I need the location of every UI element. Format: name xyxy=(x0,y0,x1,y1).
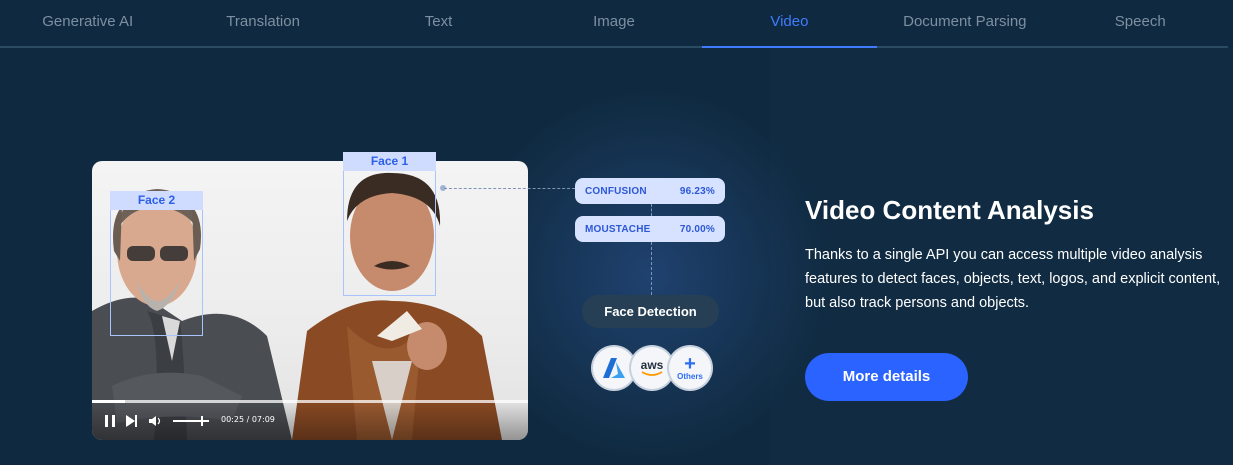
face-label-2: Face 2 xyxy=(110,191,203,210)
connector-line-vertical xyxy=(651,204,652,216)
aws-smile-icon xyxy=(641,371,663,376)
face-box-1: Face 1 xyxy=(343,152,436,296)
detection-tag: MOUSTACHE 70.00% xyxy=(575,216,725,242)
tag-name: MOUSTACHE xyxy=(585,223,651,235)
tag-score: 70.00% xyxy=(679,223,715,235)
tab-image[interactable]: Image xyxy=(526,0,701,46)
detection-tag: CONFUSION 96.23% xyxy=(575,178,725,204)
tag-name: CONFUSION xyxy=(585,185,647,197)
video-timecode: 00:25 / 07:09 xyxy=(221,415,275,424)
tab-generative-ai[interactable]: Generative AI xyxy=(0,0,175,46)
volume-slider[interactable] xyxy=(173,420,209,422)
aws-logo-text: aws xyxy=(640,358,664,372)
provider-aws: aws xyxy=(631,347,673,389)
tab-translation[interactable]: Translation xyxy=(175,0,350,46)
next-icon[interactable] xyxy=(124,414,138,428)
tag-score: 96.23% xyxy=(679,185,715,197)
more-details-button[interactable]: More details xyxy=(805,353,968,401)
connector-line-vertical xyxy=(651,242,652,295)
progress-fill xyxy=(92,400,125,403)
tab-video[interactable]: Video xyxy=(701,0,878,48)
section-description: Thanks to a single API you can access mu… xyxy=(805,247,1221,311)
progress-bar[interactable] xyxy=(92,400,528,403)
feature-pill: Face Detection xyxy=(582,295,719,328)
volume-icon[interactable] xyxy=(148,414,162,428)
connector-line xyxy=(444,188,575,189)
feature-tabs: Generative AI Translation Text Image Vid… xyxy=(0,0,1228,48)
tab-text[interactable]: Text xyxy=(351,0,526,46)
plus-icon: + xyxy=(684,352,696,375)
azure-logo-icon xyxy=(603,358,625,378)
face-label-1: Face 1 xyxy=(343,152,436,171)
tab-document-parsing[interactable]: Document Parsing xyxy=(877,0,1052,46)
provider-others: + Others xyxy=(669,347,711,389)
volume-handle[interactable] xyxy=(201,416,203,426)
video-controls: 00:25 / 07:09 xyxy=(92,400,528,440)
tab-speech[interactable]: Speech xyxy=(1053,0,1228,46)
section-title: Video Content Analysis xyxy=(805,195,1094,225)
face-box-2: Face 2 xyxy=(110,191,203,336)
provider-azure xyxy=(593,347,635,389)
pause-icon[interactable] xyxy=(103,414,117,428)
others-label: Others xyxy=(677,371,703,381)
